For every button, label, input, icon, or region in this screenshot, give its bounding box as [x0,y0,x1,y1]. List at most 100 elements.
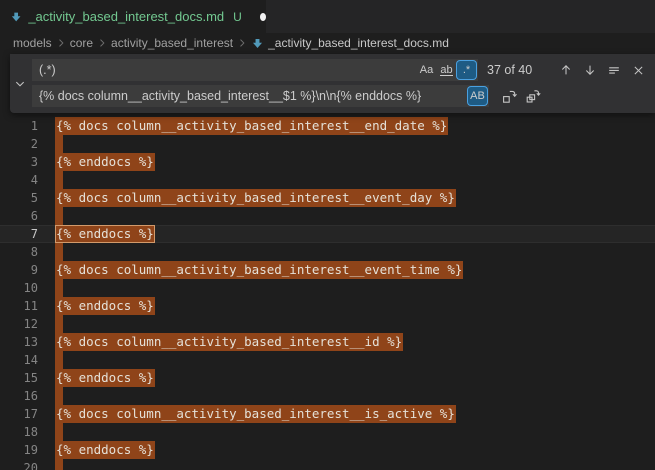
find-input-box: Aa ab .* [32,59,478,81]
breadcrumb-filename: _activity_based_interest_docs.md [268,36,449,50]
replace-input[interactable] [32,86,467,106]
editor-line[interactable]: 9 {% docs column__activity_based_interest… [0,261,655,279]
markdown-file-icon [10,9,22,25]
editor-line[interactable]: 6 [0,207,655,225]
unsaved-dot-icon[interactable] [260,13,266,21]
line-content: {% enddocs %} [55,225,155,243]
find-match: {% enddocs %} [55,369,155,387]
line-number: 12 [0,315,38,333]
find-match-empty [55,207,63,225]
editor-line[interactable]: 14 [0,351,655,369]
find-match: {% docs column__activity_based_interest_… [55,405,456,423]
editor-line[interactable]: 1 {% docs column__activity_based_interest… [0,117,655,135]
breadcrumb-item[interactable]: activity_based_interest [111,36,233,50]
find-in-selection-button[interactable] [603,60,625,80]
line-number: 9 [0,261,38,279]
line-number: 7 [0,225,38,243]
chevron-right-icon [55,37,67,49]
find-widget: Aa ab .* 37 of 40 [10,54,655,113]
line-content: {% enddocs %} [55,369,155,387]
find-match: {% enddocs %} [55,153,155,171]
editor[interactable]: 1 {% docs column__activity_based_interest… [0,53,655,470]
find-match-empty [55,243,63,261]
tab-bar: _activity_based_interest_docs.md U [0,0,655,33]
whole-word-toggle[interactable]: ab [437,61,456,79]
line-number: 15 [0,369,38,387]
line-content: {% docs column__activity_based_interest_… [55,333,403,351]
tab-active-file[interactable]: _activity_based_interest_docs.md U [0,0,266,33]
editor-line[interactable]: 7 {% enddocs %} [0,225,655,243]
replace-icon [501,88,517,104]
editor-line[interactable]: 11 {% enddocs %} [0,297,655,315]
line-content: {% enddocs %} [55,297,155,315]
line-content: {% docs column__activity_based_interest_… [55,405,456,423]
replace-input-box: AB [32,85,489,107]
regex-toggle[interactable]: .* [457,61,476,79]
replace-button[interactable] [498,86,520,106]
line-number: 16 [0,387,38,405]
editor-line[interactable]: 19{% enddocs %} [0,441,655,459]
editor-line[interactable]: 3{% enddocs %} [0,153,655,171]
line-number: 6 [0,207,38,225]
toggle-replace-button[interactable] [10,54,30,113]
line-number: 20 [0,459,38,470]
find-match-empty [55,423,63,441]
editor-line[interactable]: 13 {% docs column__activity_based_interes… [0,333,655,351]
editor-line[interactable]: 8 [0,243,655,261]
editor-line[interactable]: 16 [0,387,655,405]
breadcrumb-separator [55,37,67,49]
close-find-button[interactable] [627,60,649,80]
breadcrumb-separator [96,37,108,49]
find-match-empty [55,459,63,470]
find-match-empty [55,387,63,405]
replace-all-button[interactable] [522,86,544,106]
find-input[interactable] [32,60,416,80]
find-match: {% docs column__activity_based_interest_… [55,333,403,351]
find-match: {% enddocs %} [55,297,155,315]
close-icon [632,64,645,77]
find-match-empty [55,135,63,153]
find-match: {% docs column__activity_based_interest_… [55,117,448,135]
editor-line[interactable]: 15 {% enddocs %} [0,369,655,387]
find-match-empty [55,315,63,333]
editor-line[interactable]: 20 [0,459,655,470]
editor-line[interactable]: 2 [0,135,655,153]
breadcrumb-file[interactable]: _activity_based_interest_docs.md [251,36,449,50]
editor-line[interactable]: 4 [0,171,655,189]
line-number: 19 [0,441,38,459]
find-match: {% docs column__activity_based_interest_… [55,189,456,207]
line-content: {% docs column__activity_based_interest_… [55,261,463,279]
git-status-badge: U [233,10,242,24]
line-number: 13 [0,333,38,351]
line-number: 18 [0,423,38,441]
editor-line[interactable]: 18 [0,423,655,441]
tab-filename: _activity_based_interest_docs.md [28,9,224,24]
line-number: 11 [0,297,38,315]
find-match-empty [55,171,63,189]
editor-line[interactable]: 17{% docs column__activity_based_interes… [0,405,655,423]
preserve-case-toggle[interactable]: AB [468,87,487,105]
previous-match-button[interactable] [555,60,577,80]
breadcrumb-separator [236,37,248,49]
breadcrumb-item[interactable]: models [13,36,52,50]
line-number: 14 [0,351,38,369]
line-number: 5 [0,189,38,207]
line-content: {% docs column__activity_based_interest_… [55,117,448,135]
editor-line[interactable]: 5 {% docs column__activity_based_interest… [0,189,655,207]
line-content: {% enddocs %} [55,153,155,171]
arrow-down-icon [583,63,597,77]
breadcrumb-item[interactable]: core [70,36,93,50]
editor-line[interactable]: 10 [0,279,655,297]
line-number: 2 [0,135,38,153]
replace-all-icon [525,88,541,104]
current-find-match: {% enddocs %} [55,225,155,243]
line-content [55,459,63,470]
find-results-count: 37 of 40 [487,63,532,77]
line-content: {% docs column__activity_based_interest_… [55,189,456,207]
match-case-toggle[interactable]: Aa [417,61,436,79]
chevron-right-icon [96,37,108,49]
editor-line[interactable]: 12 [0,315,655,333]
next-match-button[interactable] [579,60,601,80]
line-number: 1 [0,117,38,135]
find-match-empty [55,279,63,297]
